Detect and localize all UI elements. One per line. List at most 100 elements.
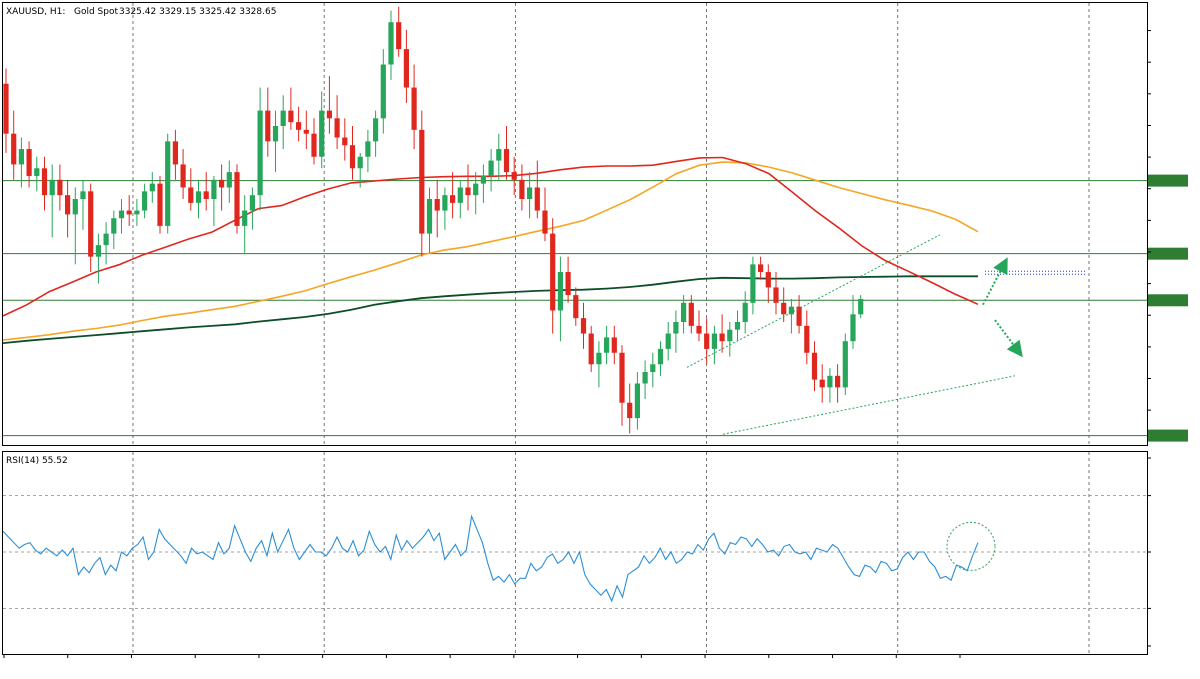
candle-body [619, 352, 625, 403]
candle-body [11, 133, 17, 165]
candle-body [550, 233, 556, 311]
candle-body [650, 364, 656, 372]
candle-body [858, 298, 864, 315]
rsi-label: RSI(14) 55.52 [6, 456, 68, 466]
candle-body [265, 110, 271, 142]
symbol-label: XAUUSD, H1: [6, 7, 65, 17]
candle-body [604, 337, 610, 353]
candle-body [357, 156, 363, 169]
candle-body [149, 183, 155, 192]
candle-body [18, 149, 24, 165]
candle-body [419, 129, 425, 234]
candle-body [519, 179, 525, 200]
candle-body [134, 210, 140, 215]
candle-body [303, 129, 309, 134]
candle-body [280, 110, 286, 126]
candle-body [242, 210, 248, 226]
candle-body [41, 168, 48, 196]
candle-body [688, 302, 694, 326]
candle-body [673, 322, 679, 334]
candle-body [373, 118, 379, 142]
candle-body [195, 191, 202, 203]
candle-body [172, 141, 178, 165]
candle-body [804, 325, 810, 353]
candle-body [527, 187, 533, 200]
candle-body [765, 272, 771, 288]
ohlc-values: 3325.42 3329.15 3325.42 3328.65 [119, 7, 276, 17]
candle-body [26, 149, 32, 176]
candle-body [57, 179, 63, 196]
candle-body [311, 133, 317, 157]
candle-body [219, 179, 225, 188]
candle-body [811, 352, 818, 380]
candle-body [835, 375, 841, 388]
candle-body [473, 183, 479, 196]
candle-body [819, 379, 825, 388]
candle-body [34, 168, 40, 176]
candle-body [411, 87, 417, 130]
candle-body [758, 264, 764, 273]
candle-body [334, 118, 340, 138]
candle-body [257, 110, 263, 196]
candle-body [565, 272, 571, 296]
candle-body [573, 295, 579, 319]
candle-body [65, 195, 71, 215]
candle-body [288, 110, 294, 123]
candle-body [226, 172, 232, 188]
candle-body [465, 187, 471, 196]
instrument-description: Gold Spot [74, 7, 118, 17]
candle-body [580, 318, 587, 334]
candle-body [396, 22, 402, 50]
candle-body [781, 302, 787, 315]
candle-body [349, 145, 356, 169]
candle-body [850, 314, 856, 342]
candle-body [450, 195, 456, 203]
candle-body [388, 22, 394, 65]
candle-body [534, 187, 540, 211]
candle-body [496, 149, 502, 161]
candle-body [542, 210, 548, 234]
candle-body [165, 141, 171, 226]
candle-body [103, 233, 109, 246]
price-level-tag [1148, 247, 1188, 260]
candle-body [488, 160, 494, 176]
candle-body [727, 329, 733, 342]
candle-body [611, 337, 617, 353]
candle-body [188, 187, 194, 203]
candle-body [95, 245, 101, 257]
candle-body [742, 302, 748, 323]
candle-body [696, 325, 702, 334]
candle-body [557, 272, 563, 311]
candle-body [72, 199, 78, 215]
candle-body [126, 210, 132, 215]
candle-body [657, 348, 664, 365]
candle-body [49, 179, 55, 196]
price-level-tag [1148, 174, 1188, 187]
price-level-tag [1148, 294, 1188, 307]
candle-body [842, 341, 848, 388]
candle-body [665, 333, 671, 349]
candle-body [681, 302, 687, 323]
candle-body [326, 110, 332, 119]
candle-body [118, 210, 125, 219]
candle-body [142, 191, 148, 211]
candle-body [704, 333, 710, 349]
candle-body [634, 383, 640, 419]
candle-body [319, 110, 325, 157]
candle-body [380, 64, 386, 119]
candle-body [365, 141, 371, 157]
candle-body [588, 333, 594, 365]
candle-body [719, 333, 725, 342]
candle-body [426, 199, 433, 234]
candle-body [503, 149, 510, 173]
candle-body [442, 195, 448, 211]
candle-body [480, 175, 486, 184]
candle-body [272, 125, 279, 142]
chart-canvas: XAUUSD, H1: Gold Spot 3325.42 3329.15 33… [0, 0, 1200, 675]
candle-body [3, 83, 9, 134]
candle-body [434, 199, 440, 211]
candle-body [80, 191, 86, 200]
candle-body [711, 333, 717, 349]
candle-body [249, 195, 255, 211]
candle-body [157, 183, 163, 226]
